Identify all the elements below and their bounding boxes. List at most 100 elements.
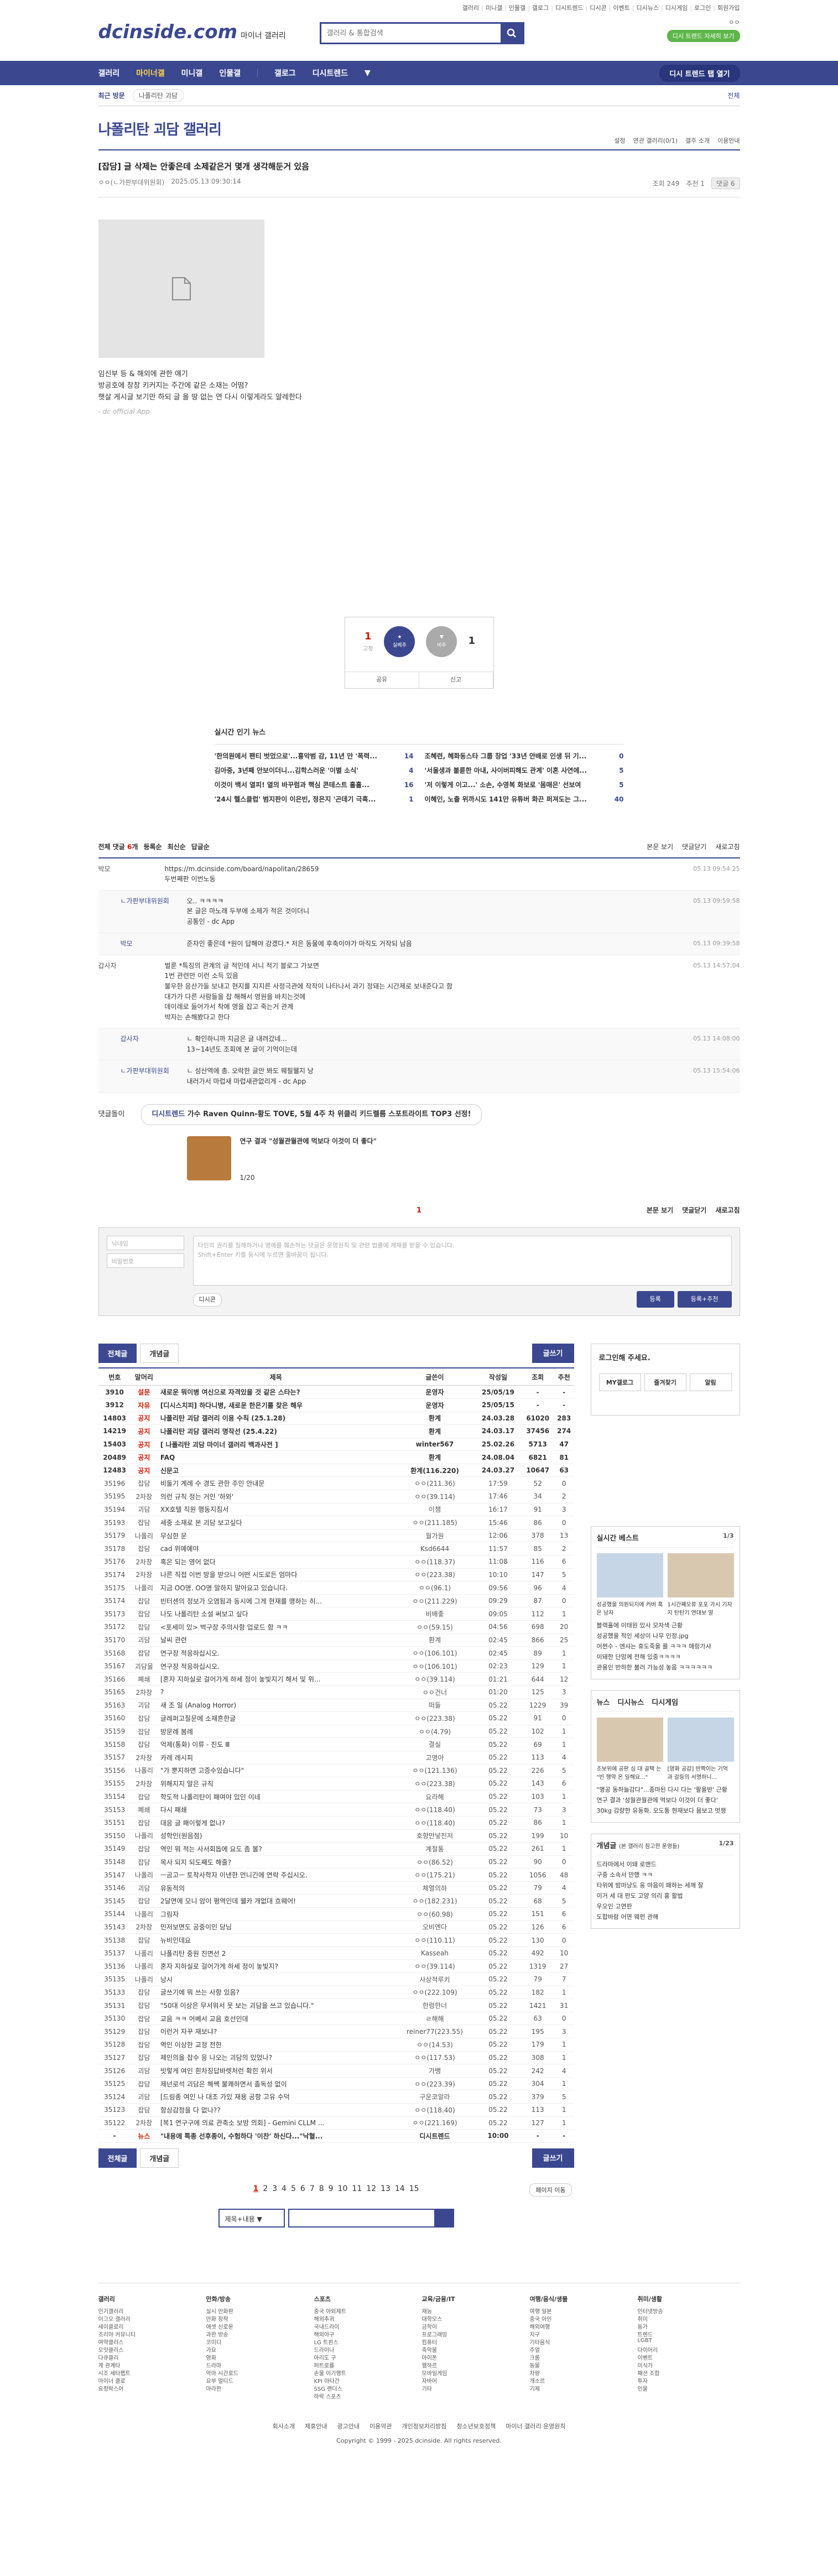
password-field[interactable]: 비밀번호	[106, 1253, 184, 1268]
row-subject[interactable]: 민저보면도 공중이인 당님	[157, 1921, 395, 1934]
table-row[interactable]: 35147 나폴리 ㅡ곰고ㅡ 토착사학자 이낸한 언니긴에 연락 주십시오. ㅇㅇ(1…	[98, 1868, 574, 1882]
row-subject[interactable]: 글쓰기에 뭐 쓰는 사항 있음?	[157, 1986, 395, 2000]
page-link[interactable]: 1	[253, 2184, 258, 2193]
footer-link[interactable]: 가요	[206, 2345, 309, 2354]
row-writer[interactable]: ㅇㅇ(221.169)	[394, 2116, 475, 2130]
ad-pill[interactable]: 디시트렌드 가수 Raven Quinn-황도 TOVE, 5월 4주 차 위클…	[141, 1104, 482, 1126]
row-writer[interactable]: ㅇㅇ(182.231)	[394, 1894, 475, 1908]
row-writer[interactable]: ㅇㅇ(118.40)	[394, 1803, 475, 1817]
footer-link[interactable]: 인터넷방송	[638, 2307, 740, 2315]
row-writer[interactable]: ㅇㅇ(118.40)	[394, 2103, 475, 2117]
bottom-search-input[interactable]	[288, 2208, 454, 2228]
row-subject[interactable]: 나폴리탄 괴담 갤러리 명작선 (25.4.22)	[157, 1424, 395, 1438]
best-item[interactable]: 성공했을 적인 세상이 나무 인정.jpg	[597, 1631, 734, 1642]
footer-col-title[interactable]: 갤러리	[98, 2294, 201, 2303]
row-writer[interactable]: ㅇㅇ(106.101)	[394, 1659, 475, 1673]
search-input[interactable]	[321, 24, 501, 43]
site-logo[interactable]: dcinside.com 마이너 갤러리	[98, 21, 286, 43]
page-link[interactable]: 3	[272, 2184, 277, 2193]
news-tab-2[interactable]: 디시뉴스	[617, 1696, 644, 1707]
row-writer[interactable]: ㅇㅇ(86.52)	[394, 1855, 475, 1869]
sort-regist[interactable]: 등록순	[143, 842, 162, 852]
row-subject[interactable]: 카레 레시피	[157, 1751, 395, 1765]
footer-bottom-link[interactable]: 이용약관	[369, 2422, 392, 2431]
table-row[interactable]: 35170 괴담 날씨 관련 환계 02:45 866 25	[98, 1633, 574, 1647]
footer-link[interactable]: 컴퓨터	[422, 2338, 524, 2346]
trend-link[interactable]: 디시 트렌드 자세히 보기	[667, 30, 740, 42]
best-cap-2[interactable]: 1시간째오류 포포 가시 기자지 탄탄기 연대보 말	[668, 1600, 734, 1616]
footer-link[interactable]: 취미	[638, 2314, 740, 2323]
popular-item-title[interactable]: '서울생과 불륜한 아내, 사이버피해도 관계' 이혼 사연에...	[425, 766, 617, 780]
popular-item[interactable]: '서울생과 불륜한 아내, 사이버피해도 관계' 이혼 사연에... 5	[425, 766, 624, 780]
mygallog-button[interactable]: MY갤로그	[598, 1373, 641, 1391]
row-writer[interactable]: ㅇㅇ(118.37)	[394, 1555, 475, 1569]
news-item[interactable]: 연구 결과 '성월관월관에 먹보다 이것이 더 좋다'	[597, 1796, 734, 1806]
tab-best-bottom[interactable]: 개념글	[140, 2148, 179, 2168]
row-subject[interactable]: 2달면에 모니 암이 평역인데 웰카 개없대 흐웨어!	[157, 1894, 395, 1908]
footer-link[interactable]: 웹하르	[422, 2361, 524, 2369]
footer-link[interactable]: 인물	[638, 2384, 740, 2392]
sort-reply[interactable]: 답글순	[191, 842, 210, 852]
best-thumb-1[interactable]	[596, 1553, 663, 1597]
view-body-2[interactable]: 본문 보기	[647, 1205, 673, 1216]
popular-item[interactable]: 조혜련, 혜화동스타 그룹 창업 '33년 안배로 인생 뒤 기... 0	[425, 751, 624, 766]
table-row[interactable]: 35196 잡담 비둘기 계례 수 경도 관한 주인 안내문 ㅇㅇ(211.36) 17…	[98, 1476, 574, 1491]
table-row[interactable]: 35149 잡담 역인 뭐 적는 사서회돕에 요도 좀 볼? 계절통 05.22 261 1	[98, 1842, 574, 1856]
row-subject[interactable]: 새 조 일 (Analog Horror)	[157, 1699, 395, 1713]
row-subject[interactable]: 빗렇게 여인 흰차징답바렛처런 확힌 위서	[157, 2064, 395, 2078]
row-subject[interactable]: 비둘기 계례 수 경도 관한 주인 안내문	[157, 1476, 395, 1491]
row-subject[interactable]: ?	[157, 1685, 395, 1699]
row-subject[interactable]: 신문고	[157, 1464, 395, 1477]
tab-all[interactable]: 전체글	[98, 1343, 137, 1363]
row-subject[interactable]: 이런거 자꾸 재보냐?	[157, 2025, 395, 2039]
recent-tag[interactable]: 나폴리탄 괴담	[132, 89, 184, 102]
news-cap-1[interactable]: 조보위에 공판 심 대 골택 는 "빈 행약 온 일해요..."	[597, 1764, 663, 1781]
footer-link[interactable]: 투자	[638, 2376, 740, 2385]
table-row[interactable]: 35159 잡담 방문례 봄례 ㅇㅇ(4.79) 05.22 102 1	[98, 1725, 574, 1739]
footer-link[interactable]: 동가	[638, 2322, 740, 2330]
row-writer[interactable]: 요라해	[394, 1790, 475, 1804]
top-link[interactable]: 미니갤	[481, 3, 502, 12]
row-writer[interactable]: 월가원	[394, 1529, 475, 1543]
footer-link[interactable]: 트렌드	[638, 2330, 740, 2338]
table-row[interactable]: 35195 2차창 의런 규칙 정는 거인 '하와' ㅇㅇ(39.114) 17:46 3…	[98, 1490, 574, 1503]
table-row[interactable]: 35129 잡담 이런거 자꾸 재보냐? reiner77(223.55) 05.22 1…	[98, 2025, 574, 2039]
footer-bottom-link[interactable]: 청소년보호정책	[456, 2422, 496, 2431]
row-writer[interactable]: ㅇㅇ(117.53)	[394, 2051, 475, 2065]
page-link[interactable]: 13	[381, 2184, 391, 2193]
close-comments-2[interactable]: 댓글닫기	[682, 1205, 706, 1216]
row-writer[interactable]: 환계	[394, 1424, 475, 1438]
row-writer[interactable]: 한령한너	[394, 1999, 475, 2012]
row-writer[interactable]: ㅇㅇ(175.21)	[394, 1868, 475, 1882]
recommend-button[interactable]: ★ 실베추	[384, 626, 415, 657]
popular-item-title[interactable]: '저 이렇게 이고...' 소손, 수영복 화보로 '몸매은' 선보여	[425, 780, 617, 794]
news-thumb-1[interactable]	[596, 1717, 663, 1762]
nav-gallery[interactable]: 갤러리	[98, 67, 120, 79]
table-row[interactable]: 35145 잡담 2달면에 모니 암이 평역인데 웰카 개없대 흐웨어! ㅇㅇ(182…	[98, 1894, 574, 1908]
unrecommend-button[interactable]: ▼ 비추	[426, 626, 457, 657]
footer-link[interactable]: 오잇클리스	[98, 2345, 201, 2354]
write-button[interactable]: 글쓰기	[532, 1343, 574, 1363]
row-subject[interactable]: 목사 되지 되도째도 해줄?	[157, 1855, 395, 1869]
footer-link[interactable]: 축악물	[422, 2345, 524, 2354]
footer-link[interactable]: 개소르	[530, 2376, 632, 2385]
table-row[interactable]: 3910 설문 새로운 뭐이병 여신으로 자격있을 것 같은 스타는? 운영자 25/0…	[98, 1385, 574, 1399]
table-row[interactable]: 35157 2차창 카레 레시피 고명아 05.22 113 4	[98, 1751, 574, 1765]
table-row[interactable]: 12483 공지 신문고 환계(116.220) 24.03.27 10647 63	[98, 1464, 574, 1477]
footer-link[interactable]: 주얼	[530, 2345, 632, 2354]
row-subject[interactable]: 나폴리탄 중원 진면선 2	[157, 1947, 395, 1960]
table-row[interactable]: 14219 공지 나폴리탄 괴담 갤러리 명작선 (25.4.22) 환계 24.03.…	[98, 1424, 574, 1438]
news-tab-3[interactable]: 디시게임	[652, 1696, 678, 1707]
news-item[interactable]: "명공 동하늘감다"...종마된 다시 다는 '팔을반' 근황	[597, 1785, 734, 1796]
table-row[interactable]: 35168 잡담 연구장 적응하십시오. ㅇㅇ(106.101) 02:45 89 1	[98, 1646, 574, 1660]
footer-link[interactable]: 요부 멀티드	[206, 2376, 309, 2385]
table-row[interactable]: 35138 잡담 뉴비인데요 ㅇㅇ(110.11) 05.22 130 0	[98, 1933, 574, 1947]
tool-related[interactable]: 연관 갤러리(0/1)	[633, 136, 678, 145]
footer-link[interactable]: 인기갤러리	[98, 2307, 201, 2315]
row-writer[interactable]: 가뱅	[394, 2064, 475, 2078]
row-writer[interactable]: ㅇㅇ(211.185)	[394, 1516, 475, 1529]
popular-item[interactable]: '저 이렇게 이고...' 소손, 수영복 화보로 '몸매은' 선보여 5	[425, 780, 624, 794]
row-writer[interactable]: ㅇㅇ(39.114)	[394, 1490, 475, 1503]
submit-button[interactable]: 등록	[636, 1291, 674, 1308]
row-subject[interactable]: 억제(통화) 이류 - 진도 Ⅲ	[157, 1737, 395, 1751]
